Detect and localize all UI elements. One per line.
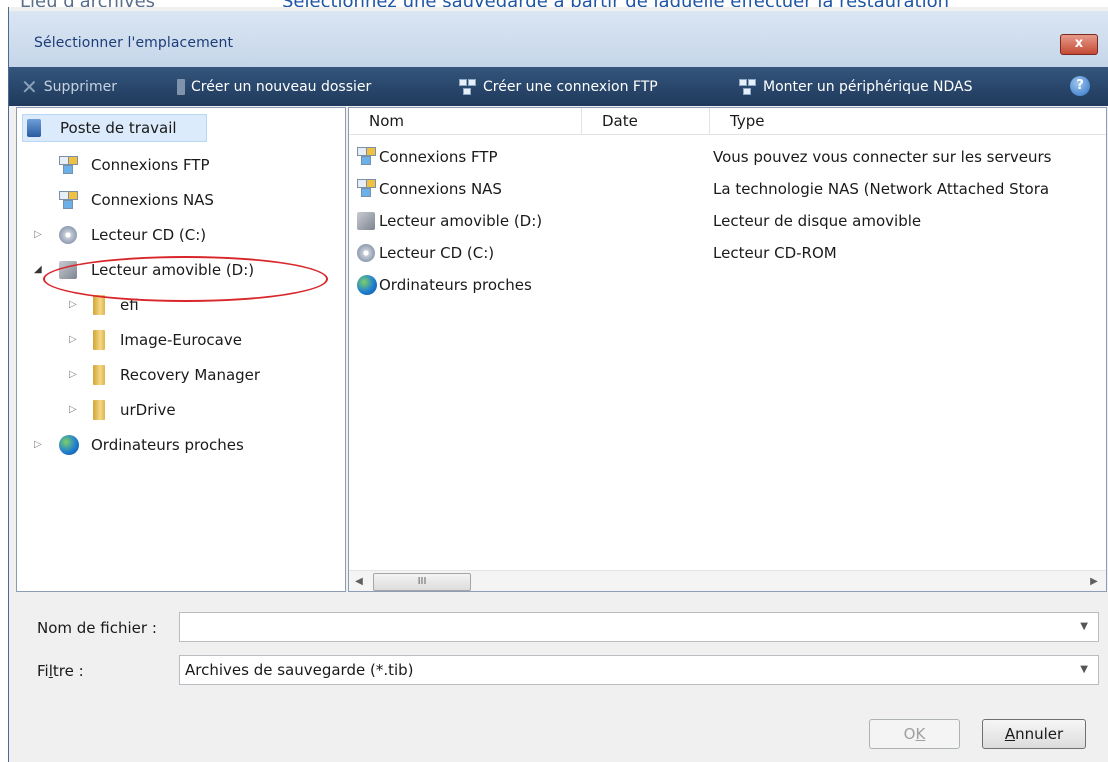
mount-ndas-button[interactable]: Monter un périphérique NDAS xyxy=(739,67,972,106)
expand-arrow-icon[interactable]: ▷ xyxy=(69,360,77,390)
list-item[interactable]: Ordinateurs proches xyxy=(349,269,1106,302)
new-folder-button[interactable]: Créer un nouveau dossier xyxy=(177,67,371,106)
folder-icon xyxy=(93,295,105,315)
toolbar: ✕ Supprimer Créer un nouveau dossier Crée… xyxy=(9,67,1108,106)
list-item-name: Connexions FTP xyxy=(379,148,498,166)
tree-item-ftp[interactable]: Connexions FTP xyxy=(17,150,337,180)
folder-icon xyxy=(93,365,105,385)
tree-item-workstation[interactable]: Poste de travail xyxy=(17,113,337,143)
folder-tree: Poste de travail Connexions FTP Connexio… xyxy=(16,107,346,592)
list-item[interactable]: Lecteur CD (C:) Lecteur CD-ROM xyxy=(349,237,1106,270)
scroll-right-icon[interactable]: ▶ xyxy=(1084,571,1104,591)
list-item-type: La technologie NAS (Network Attached Sto… xyxy=(713,180,1050,198)
mount-ndas-label: Monter un périphérique NDAS xyxy=(763,79,973,95)
new-folder-label: Créer un nouveau dossier xyxy=(191,79,372,95)
chevron-down-icon[interactable]: ▼ xyxy=(1080,656,1088,684)
expand-arrow-icon[interactable]: ▷ xyxy=(69,325,77,355)
tree-item-label: Connexions FTP xyxy=(91,156,210,174)
tree-item-label: Poste de travail xyxy=(60,119,177,137)
network-icon xyxy=(459,79,477,95)
expand-arrow-icon[interactable]: ▷ xyxy=(34,430,42,460)
list-item-name: Ordinateurs proches xyxy=(379,276,532,294)
horizontal-scrollbar[interactable]: ◀ III ▶ xyxy=(349,570,1106,591)
cd-drive-icon xyxy=(357,244,375,262)
chevron-down-icon[interactable]: ▼ xyxy=(1080,613,1088,641)
globe-icon xyxy=(59,435,79,455)
delete-button[interactable]: ✕ Supprimer xyxy=(21,67,117,106)
delete-label: Supprimer xyxy=(43,79,117,95)
list-item[interactable]: Lecteur amovible (D:) Lecteur de disque … xyxy=(349,205,1106,238)
folder-icon xyxy=(177,79,185,95)
tree-item-label: Image-Eurocave xyxy=(120,331,242,349)
column-header-date[interactable]: Date xyxy=(582,108,710,134)
file-list: Nom Date Type Connexions FTP Vous pouvez… xyxy=(348,107,1107,592)
list-item-name: Lecteur CD (C:) xyxy=(379,244,495,262)
tree-item-folder[interactable]: ▷ Recovery Manager xyxy=(17,360,337,390)
network-icon xyxy=(357,147,376,165)
red-highlight-annotation xyxy=(43,256,328,302)
ok-button[interactable]: OK xyxy=(869,719,960,749)
folder-icon xyxy=(93,330,105,350)
filename-label: Nom de fichier : xyxy=(37,619,157,637)
window-title: Sélectionner l'emplacement xyxy=(34,35,234,51)
list-header: Nom Date Type xyxy=(349,108,1106,135)
list-item[interactable]: Connexions NAS La technologie NAS (Netwo… xyxy=(349,173,1106,206)
scroll-left-icon[interactable]: ◀ xyxy=(349,571,369,591)
tree-item-folder[interactable]: ▷ Image-Eurocave xyxy=(17,325,337,355)
close-icon: x xyxy=(1074,36,1084,51)
tree-item-cd-drive[interactable]: ▷ Lecteur CD (C:) xyxy=(17,220,337,250)
scrollbar-thumb[interactable]: III xyxy=(373,573,471,591)
removable-drive-icon xyxy=(357,212,375,230)
network-icon xyxy=(739,79,757,95)
expand-arrow-icon[interactable]: ▷ xyxy=(69,290,77,320)
tree-item-label: Lecteur CD (C:) xyxy=(91,226,207,244)
network-icon xyxy=(59,156,78,174)
create-ftp-label: Créer une connexion FTP xyxy=(483,79,658,95)
list-item-type: Lecteur CD-ROM xyxy=(713,244,837,262)
filter-label: Filtre : xyxy=(37,662,84,680)
collapse-arrow-icon[interactable]: ◢ xyxy=(34,255,42,285)
filename-input[interactable]: ▼ xyxy=(179,612,1099,642)
tree-item-nas[interactable]: Connexions NAS xyxy=(17,185,337,215)
column-header-name[interactable]: Nom xyxy=(349,108,582,134)
cancel-button[interactable]: Annuler xyxy=(982,719,1086,749)
title-bar[interactable]: Sélectionner l'emplacement x xyxy=(9,11,1108,67)
list-item-type: Vous pouvez vous connecter sur les serve… xyxy=(713,148,1052,166)
help-icon[interactable]: ? xyxy=(1070,76,1090,96)
tree-item-label: Ordinateurs proches xyxy=(91,436,244,454)
list-item-type: Lecteur de disque amovible xyxy=(713,212,922,230)
network-icon xyxy=(357,179,376,197)
computer-icon xyxy=(27,119,41,137)
filter-value: Archives de sauvegarde (*.tib) xyxy=(185,661,414,679)
filter-select[interactable]: Archives de sauvegarde (*.tib) ▼ xyxy=(179,655,1099,685)
list-item-name: Connexions NAS xyxy=(379,180,502,198)
select-location-dialog: Sélectionner l'emplacement x ✕ Supprimer … xyxy=(8,7,1108,762)
expand-arrow-icon[interactable]: ▷ xyxy=(34,220,42,250)
tree-item-label: Recovery Manager xyxy=(120,366,261,384)
list-item-name: Lecteur amovible (D:) xyxy=(379,212,543,230)
globe-icon xyxy=(357,275,377,295)
column-header-type[interactable]: Type xyxy=(710,108,1106,134)
network-icon xyxy=(59,191,78,209)
create-ftp-connection-button[interactable]: Créer une connexion FTP xyxy=(459,67,658,106)
delete-icon: ✕ xyxy=(21,75,38,99)
list-item[interactable]: Connexions FTP Vous pouvez vous connecte… xyxy=(349,141,1106,174)
tree-item-label: urDrive xyxy=(120,401,176,419)
tree-item-folder[interactable]: ▷ urDrive xyxy=(17,395,337,425)
expand-arrow-icon[interactable]: ▷ xyxy=(69,395,77,425)
close-button[interactable]: x xyxy=(1060,34,1098,55)
cd-drive-icon xyxy=(59,226,77,244)
tree-item-label: Connexions NAS xyxy=(91,191,214,209)
folder-icon xyxy=(93,400,105,420)
tree-item-nearby-computers[interactable]: ▷ Ordinateurs proches xyxy=(17,430,337,460)
